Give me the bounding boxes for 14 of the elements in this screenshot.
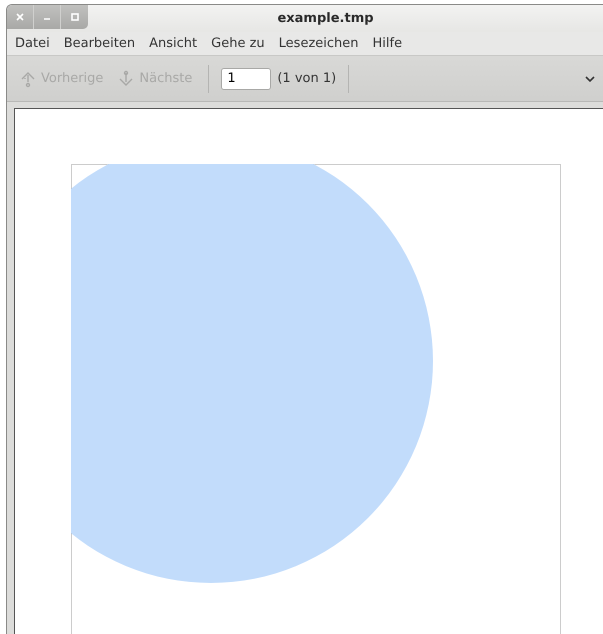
menu-item[interactable]: Datei: [9, 36, 58, 51]
chevron-down-icon[interactable]: [585, 74, 595, 83]
window-title: example.tmp: [276, 10, 375, 26]
menu-item[interactable]: Ansicht: [143, 36, 206, 51]
menu-item[interactable]: Hilfe: [366, 36, 410, 51]
menu-item[interactable]: Bearbeiten: [58, 36, 144, 51]
close-icon: [16, 13, 24, 21]
menu-item[interactable]: Lesezeichen: [272, 36, 366, 51]
arrow-up-icon: [19, 70, 37, 88]
page-count: (1 von 1): [277, 71, 336, 86]
menu-item[interactable]: Gehe zu: [205, 36, 273, 51]
maximize-icon: [70, 13, 78, 21]
page-number-field[interactable]: 1: [221, 68, 272, 90]
arrow-down-icon: [117, 70, 136, 88]
